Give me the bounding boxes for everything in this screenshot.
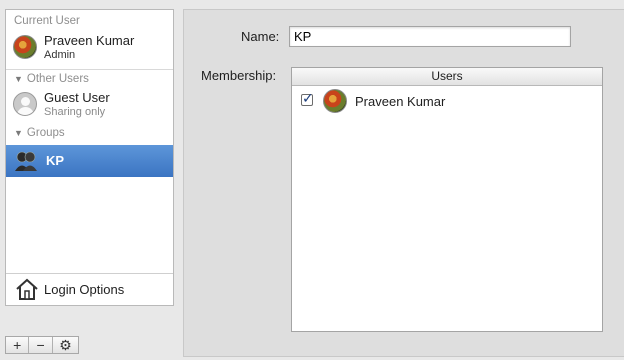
divider <box>6 69 173 70</box>
guest-avatar-icon <box>13 92 37 116</box>
accounts-sidebar: Current User Praveen Kumar Admin ▼ Other … <box>5 9 174 306</box>
guest-user-detail: Sharing only <box>44 106 106 118</box>
sidebar-toolbar: + − ⚙ <box>5 336 79 354</box>
groups-header[interactable]: ▼ Groups <box>14 127 65 139</box>
guest-user-name: Guest User <box>44 90 110 105</box>
sidebar-item-guest-user[interactable]: Guest User Sharing only <box>6 86 173 124</box>
membership-table: Users ✓ Praveen Kumar <box>291 67 603 332</box>
current-user-role: Admin <box>44 49 76 61</box>
house-icon <box>16 278 38 300</box>
table-row[interactable]: ✓ Praveen Kumar <box>292 86 602 114</box>
gear-icon[interactable]: ⚙ <box>53 337 78 353</box>
add-button[interactable]: + <box>6 337 30 353</box>
name-label: Name: <box>241 29 280 44</box>
membership-label: Membership: <box>201 68 277 83</box>
other-users-header[interactable]: ▼ Other Users <box>14 73 89 85</box>
group-name: KP <box>46 153 65 168</box>
login-options-button[interactable]: Login Options <box>6 273 173 305</box>
current-user-header: Current User <box>14 15 80 27</box>
member-checkbox[interactable]: ✓ <box>301 90 314 106</box>
other-users-header-label: Other Users <box>26 73 89 85</box>
disclosure-triangle-icon[interactable]: ▼ <box>14 128 23 138</box>
current-user-name: Praveen Kumar <box>44 33 135 48</box>
group-icon <box>15 151 37 171</box>
member-name: Praveen Kumar <box>355 94 446 109</box>
parrot-avatar-icon <box>13 35 37 59</box>
group-name-field[interactable] <box>289 26 571 47</box>
users-column-header[interactable]: Users <box>292 68 602 86</box>
group-detail-pane: Name: Membership: Users ✓ Praveen Kumar <box>183 9 624 357</box>
disclosure-triangle-icon[interactable]: ▼ <box>14 74 23 84</box>
sidebar-item-current-user[interactable]: Praveen Kumar Admin <box>6 29 173 67</box>
remove-button[interactable]: − <box>29 337 53 353</box>
checkmark-icon: ✓ <box>302 90 314 106</box>
sidebar-item-group-kp[interactable]: KP <box>6 145 173 177</box>
groups-header-label: Groups <box>26 127 65 139</box>
parrot-avatar-icon <box>323 89 347 113</box>
login-options-label: Login Options <box>44 282 125 297</box>
